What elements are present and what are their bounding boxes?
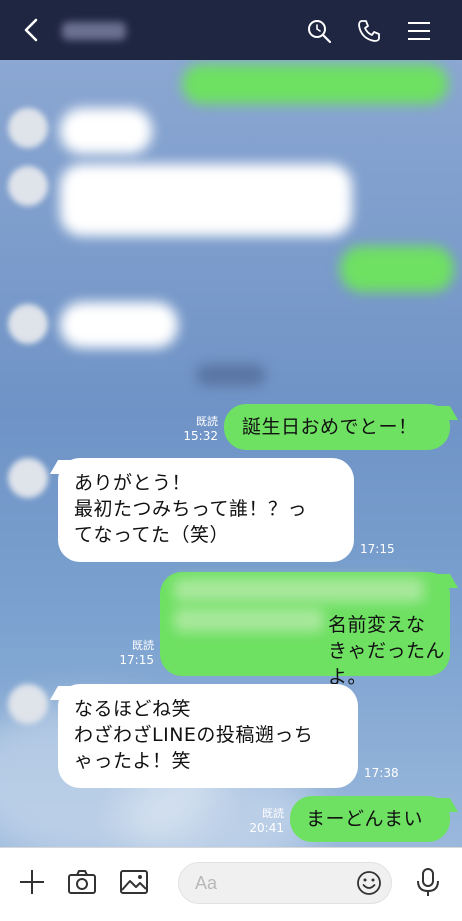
message-time: 17:15 xyxy=(119,653,154,667)
incoming-message[interactable]: なるほどね笑 わざわざLINEの投稿遡っち ゃったよ！笑 xyxy=(49,684,358,788)
message-text: なるほどね笑 わざわざLINEの投稿遡っち ゃったよ！笑 xyxy=(74,698,314,772)
bubble-tail xyxy=(435,574,459,588)
chat-header: ●●● xyxy=(0,0,462,60)
message-text: 名前変えな きゃだったんよ。 xyxy=(328,614,446,688)
date-separator xyxy=(196,364,266,386)
avatar xyxy=(8,108,48,148)
bubble-tail xyxy=(435,406,459,420)
blurred-message xyxy=(60,108,152,154)
outgoing-message[interactable]: 誕生日おめでとー！ xyxy=(224,404,459,450)
phone-icon[interactable] xyxy=(356,18,382,44)
blurred-message xyxy=(340,246,454,292)
read-receipt: 既読 xyxy=(196,415,218,428)
message-meta: 既読 15:32 xyxy=(176,414,218,444)
message-text: まーどんまい xyxy=(306,808,424,830)
microphone-icon[interactable] xyxy=(412,866,444,898)
message-time: 17:15 xyxy=(360,542,395,556)
contact-name[interactable]: ●●● xyxy=(62,22,126,40)
blurred-message xyxy=(60,302,178,348)
avatar xyxy=(8,458,48,498)
avatar xyxy=(8,304,48,344)
outgoing-message[interactable]: 名前変えな きゃだったんよ。 xyxy=(160,572,459,688)
message-time: 20:41 xyxy=(249,821,284,835)
plus-icon[interactable] xyxy=(16,866,48,898)
bubble-tail xyxy=(435,798,459,812)
redacted-text xyxy=(174,578,424,602)
message-text: 誕生日おめでとー！ xyxy=(242,416,418,438)
camera-icon[interactable] xyxy=(66,866,98,898)
bubble-tail xyxy=(49,686,73,700)
message-meta: 既読 17:15 xyxy=(112,638,154,668)
chat-area[interactable]: 既読 15:32 誕生日おめでとー！ ありがとう！ 最初たつみちって誰！？っ て… xyxy=(0,60,462,847)
emoji-icon[interactable] xyxy=(355,869,383,897)
blurred-message xyxy=(60,164,352,236)
read-receipt: 既読 xyxy=(132,639,154,652)
message-text: ありがとう！ 最初たつみちって誰！？っ てなってた（笑） xyxy=(74,472,308,546)
avatar xyxy=(8,166,48,206)
outgoing-message[interactable]: まーどんまい xyxy=(290,796,459,842)
message-time: 15:32 xyxy=(183,429,218,443)
avatar xyxy=(8,684,48,724)
message-input-placeholder: Aa xyxy=(195,873,218,893)
search-icon[interactable] xyxy=(306,18,332,44)
incoming-message[interactable]: ありがとう！ 最初たつみちって誰！？っ てなってた（笑） xyxy=(49,458,354,562)
message-input[interactable]: Aa xyxy=(178,862,392,904)
bubble-tail xyxy=(49,460,73,474)
blurred-message xyxy=(182,64,448,104)
input-bar: Aa xyxy=(0,847,462,921)
read-receipt: 既読 xyxy=(262,807,284,820)
message-meta: 既読 20:41 xyxy=(242,806,284,836)
message-time: 17:38 xyxy=(364,766,399,780)
menu-icon[interactable] xyxy=(406,18,432,44)
image-icon[interactable] xyxy=(118,866,150,898)
chevron-left-icon[interactable] xyxy=(18,16,46,44)
